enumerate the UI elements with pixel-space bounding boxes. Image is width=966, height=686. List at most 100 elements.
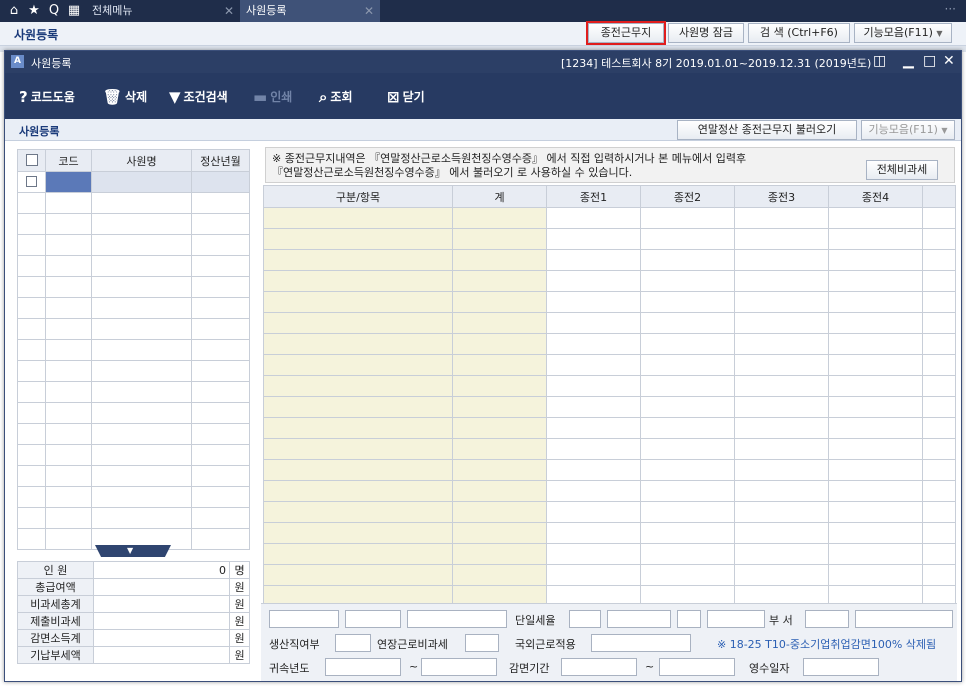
table-row[interactable] [17, 276, 250, 298]
grid-cell[interactable] [452, 291, 547, 313]
grid-cell[interactable] [734, 354, 829, 376]
star-icon[interactable]: ★ [26, 3, 42, 19]
grid-cell[interactable] [263, 354, 453, 376]
all-nontax-button[interactable]: 전체비과세 [866, 160, 938, 180]
grid-cell[interactable] [452, 501, 547, 523]
grid-cell[interactable] [640, 312, 735, 334]
grid-cell[interactable] [452, 564, 547, 586]
grid-cell[interactable] [546, 291, 641, 313]
grid-cell[interactable] [922, 522, 956, 544]
lock-name-button[interactable]: 사원명 잠금 [668, 23, 744, 43]
grid-cell[interactable] [45, 381, 92, 403]
grid-cell[interactable] [191, 213, 250, 235]
grid-cell[interactable] [191, 171, 250, 193]
search-button[interactable]: 검 색 (Ctrl+F6) [748, 23, 850, 43]
grid-cell[interactable] [17, 444, 46, 466]
grid-cell[interactable] [91, 507, 192, 529]
grid-cell[interactable] [263, 375, 453, 397]
table-row[interactable] [263, 249, 956, 271]
grid-cell[interactable] [263, 333, 453, 355]
grid-cell[interactable] [263, 228, 453, 250]
menu-grid-icon[interactable]: ▦ [66, 3, 82, 19]
grid-cell[interactable] [91, 318, 192, 340]
grid-cell[interactable] [640, 375, 735, 397]
tab-employee-register[interactable]: 사원등록 ✕ [240, 0, 380, 22]
grid-cell[interactable] [45, 276, 92, 298]
grid-cell[interactable] [734, 207, 829, 229]
grid-cell[interactable] [45, 465, 92, 487]
more-icon[interactable]: ··· [945, 2, 956, 16]
print-button[interactable]: ▬ 인쇄 [253, 87, 292, 107]
grid-cell[interactable] [17, 339, 46, 361]
grid-cell[interactable] [45, 486, 92, 508]
department-name-field[interactable] [855, 610, 953, 628]
grid-cell[interactable] [546, 375, 641, 397]
grid-cell[interactable] [91, 465, 192, 487]
grid-cell[interactable] [45, 297, 92, 319]
grid-cell[interactable] [263, 522, 453, 544]
table-row[interactable] [17, 318, 250, 340]
table-row[interactable] [263, 417, 956, 439]
table-row[interactable] [17, 171, 250, 193]
tax-year-to-field[interactable] [421, 658, 497, 676]
grid-cell[interactable] [452, 207, 547, 229]
grid-cell[interactable] [91, 213, 192, 235]
grid-cell[interactable] [452, 396, 547, 418]
grid-cell[interactable] [922, 375, 956, 397]
grid-cell[interactable] [45, 528, 92, 550]
expand-handle[interactable]: ▼ [95, 545, 171, 557]
grid-cell[interactable] [640, 522, 735, 544]
grid-cell[interactable] [546, 270, 641, 292]
reduction-period-from-field[interactable] [561, 658, 637, 676]
grid-cell[interactable] [17, 276, 46, 298]
column-total[interactable]: 계 [452, 185, 547, 208]
grid-cell[interactable] [922, 291, 956, 313]
grid-cell[interactable] [91, 297, 192, 319]
functions-button[interactable]: 기능모음(F11) ▼ [854, 23, 952, 43]
form-field[interactable] [345, 610, 401, 628]
grid-cell[interactable] [734, 270, 829, 292]
grid-cell[interactable] [734, 438, 829, 460]
grid-cell[interactable] [263, 459, 453, 481]
grid-cell[interactable] [17, 213, 46, 235]
grid-cell[interactable] [640, 438, 735, 460]
maximize-icon[interactable]: □ [923, 53, 936, 69]
checkbox-icon[interactable] [26, 175, 37, 187]
grid-cell[interactable] [546, 459, 641, 481]
grid-cell[interactable] [263, 207, 453, 229]
grid-cell[interactable] [263, 480, 453, 502]
grid-cell[interactable] [45, 423, 92, 445]
table-row[interactable] [17, 486, 250, 508]
grid-cell[interactable] [17, 465, 46, 487]
grid-cell[interactable] [191, 339, 250, 361]
table-row[interactable] [17, 297, 250, 319]
select-all-checkbox[interactable] [17, 149, 46, 172]
single-tax-rate-field[interactable] [569, 610, 601, 628]
grid-cell[interactable] [452, 375, 547, 397]
table-row[interactable] [263, 375, 956, 397]
grid-cell[interactable] [45, 192, 92, 214]
department-code-field[interactable] [805, 610, 849, 628]
home-icon[interactable]: ⌂ [6, 3, 22, 19]
load-prev-work-button[interactable]: 연말정산 종전근무지 불러오기 [677, 120, 857, 140]
grid-cell[interactable] [452, 522, 547, 544]
table-row[interactable] [17, 339, 250, 361]
grid-cell[interactable] [640, 207, 735, 229]
grid-cell[interactable] [640, 249, 735, 271]
table-row[interactable] [263, 312, 956, 334]
functions-menu-button[interactable]: 기능모음(F11) ▼ [861, 120, 955, 140]
grid-cell[interactable] [91, 339, 192, 361]
grid-cell[interactable] [263, 417, 453, 439]
grid-cell[interactable] [191, 528, 250, 550]
grid-cell[interactable] [452, 459, 547, 481]
book-icon[interactable]: ◫ [873, 53, 886, 69]
grid-cell[interactable] [91, 276, 192, 298]
overseas-work-field[interactable] [591, 634, 691, 652]
table-row[interactable] [17, 213, 250, 235]
grid-cell[interactable] [546, 417, 641, 439]
grid-cell[interactable] [191, 423, 250, 445]
grid-cell[interactable] [91, 255, 192, 277]
grid-cell[interactable] [734, 396, 829, 418]
grid-cell[interactable] [922, 249, 956, 271]
receipt-date-field[interactable] [803, 658, 879, 676]
